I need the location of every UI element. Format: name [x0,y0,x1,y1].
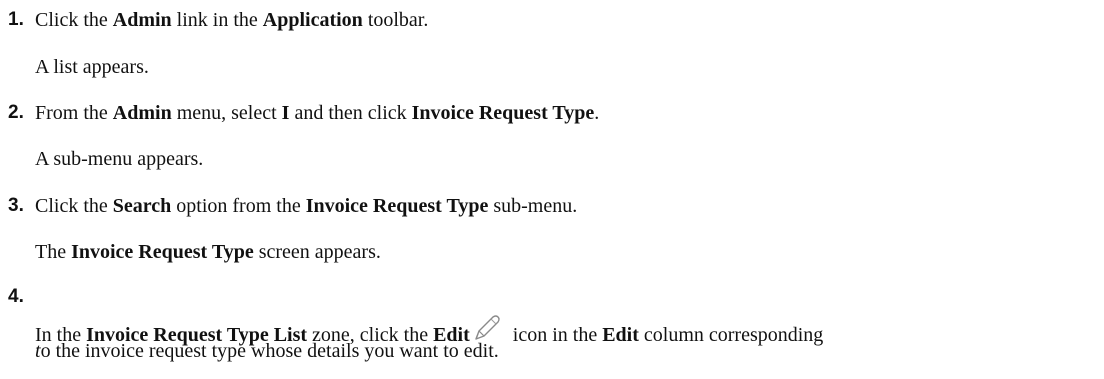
step-instruction: From the Admin menu, select I and then c… [35,102,600,124]
step-result: A sub-menu appears. [35,148,204,170]
step-number: 1. [8,9,24,30]
step-result: The Invoice Request Type screen appears. [35,241,381,263]
step-instruction: Click the Search option from the Invoice… [35,195,578,217]
step-instruction: Click the Admin link in the Application … [35,9,429,31]
step-number: 2. [8,102,24,123]
step-number: 4. [8,286,24,307]
step-instruction-continued: to the invoice request type whose detail… [35,340,499,362]
step-result: A list appears. [35,56,149,78]
step-number: 3. [8,195,24,216]
